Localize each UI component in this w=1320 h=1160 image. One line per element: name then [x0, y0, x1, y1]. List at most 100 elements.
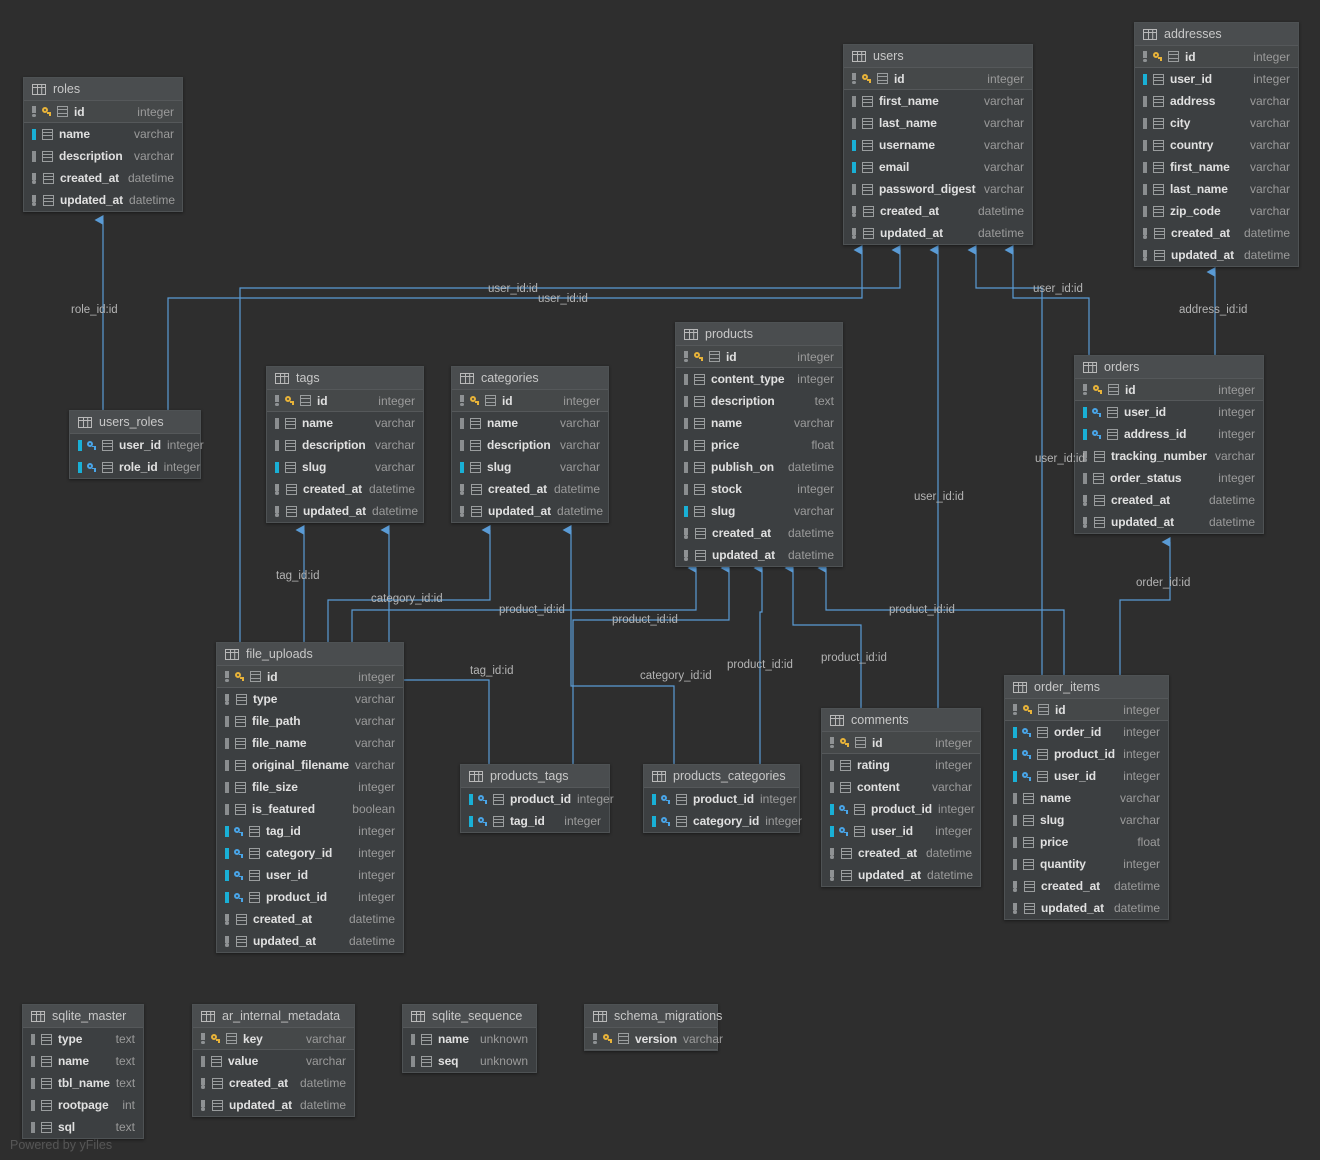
column-row[interactable]: category_id integer — [217, 842, 403, 864]
column-row[interactable]: order_id integer — [1005, 721, 1168, 743]
table-header-orders[interactable]: orders — [1075, 356, 1263, 379]
column-row[interactable]: name unknown — [403, 1028, 536, 1050]
column-row[interactable]: last_name varchar — [844, 112, 1032, 134]
column-row[interactable]: file_size integer — [217, 776, 403, 798]
table-header-sqlite_sequence[interactable]: sqlite_sequence — [403, 1005, 536, 1028]
column-row[interactable]: name varchar — [24, 123, 182, 145]
column-row[interactable]: user_id integer — [1135, 68, 1298, 90]
column-row[interactable]: original_filename varchar — [217, 754, 403, 776]
column-row[interactable]: first_name varchar — [1135, 156, 1298, 178]
column-row[interactable]: seq unknown — [403, 1050, 536, 1072]
table-schema_migrations[interactable]: schema_migrations version varchar — [584, 1004, 723, 1051]
column-row[interactable]: updated_at datetime — [24, 189, 182, 211]
column-row[interactable]: updated_at datetime — [844, 222, 1032, 244]
column-row[interactable]: created_at datetime — [267, 478, 423, 500]
column-row[interactable]: type varchar — [217, 688, 403, 710]
column-row[interactable]: file_name varchar — [217, 732, 403, 754]
column-row[interactable]: city varchar — [1135, 112, 1298, 134]
table-addresses[interactable]: addresses id integer user_id integer address v… — [1134, 22, 1299, 267]
column-row[interactable]: description varchar — [24, 145, 182, 167]
column-row[interactable]: password_digest varchar — [844, 178, 1032, 200]
column-row[interactable]: product_id integer — [822, 798, 980, 820]
column-row[interactable]: updated_at datetime — [822, 864, 980, 886]
column-row[interactable]: id integer — [1075, 379, 1263, 401]
table-sqlite_master[interactable]: sqlite_master type text name text tbl_name tex… — [22, 1004, 144, 1139]
column-row[interactable]: address varchar — [1135, 90, 1298, 112]
column-row[interactable]: user_id integer — [70, 434, 204, 456]
table-products_categories[interactable]: products_categories product_id integer cate… — [643, 764, 802, 833]
column-row[interactable]: slug varchar — [676, 500, 842, 522]
table-header-users[interactable]: users — [844, 45, 1032, 68]
column-row[interactable]: created_at datetime — [1135, 222, 1298, 244]
column-row[interactable]: value varchar — [193, 1050, 354, 1072]
table-file_uploads[interactable]: file_uploads id integer type varchar file_pat… — [216, 642, 404, 953]
column-row[interactable]: created_at datetime — [24, 167, 182, 189]
column-row[interactable]: price float — [1005, 831, 1168, 853]
column-row[interactable]: id integer — [844, 68, 1032, 90]
column-row[interactable]: price float — [676, 434, 842, 456]
column-row[interactable]: user_id integer — [1075, 401, 1263, 423]
column-row[interactable]: role_id integer — [70, 456, 200, 478]
column-row[interactable]: created_at datetime — [676, 522, 842, 544]
column-row[interactable]: zip_code varchar — [1135, 200, 1298, 222]
table-order_items[interactable]: order_items id integer order_id integer produ… — [1004, 675, 1169, 920]
column-row[interactable]: key varchar — [193, 1028, 354, 1050]
column-row[interactable]: updated_at datetime — [676, 544, 842, 566]
table-sqlite_sequence[interactable]: sqlite_sequence name unknown seq unknown — [402, 1004, 537, 1073]
table-header-products[interactable]: products — [676, 323, 842, 346]
column-row[interactable]: rootpage int — [23, 1094, 143, 1116]
table-header-comments[interactable]: comments — [822, 709, 980, 732]
table-header-categories[interactable]: categories — [452, 367, 608, 390]
table-users_roles[interactable]: users_roles user_id integer role_id integer — [69, 410, 204, 479]
column-row[interactable]: type text — [23, 1028, 143, 1050]
column-row[interactable]: is_featured boolean — [217, 798, 403, 820]
table-roles[interactable]: roles id integer name varchar description varc… — [23, 77, 183, 212]
table-users[interactable]: users id integer first_name varchar last_name… — [843, 44, 1033, 245]
column-row[interactable]: product_id integer — [644, 788, 799, 810]
table-tags[interactable]: tags id integer name varchar description varch… — [266, 366, 424, 523]
column-row[interactable]: updated_at datetime — [267, 500, 423, 522]
table-categories[interactable]: categories id integer name varchar descriptio… — [451, 366, 609, 523]
column-row[interactable]: created_at datetime — [452, 478, 608, 500]
column-row[interactable]: created_at datetime — [193, 1072, 354, 1094]
table-comments[interactable]: comments id integer rating integer content var… — [821, 708, 981, 887]
column-row[interactable]: id integer — [452, 390, 608, 412]
column-row[interactable]: slug varchar — [452, 456, 608, 478]
column-row[interactable]: id integer — [217, 666, 403, 688]
column-row[interactable]: quantity integer — [1005, 853, 1168, 875]
column-row[interactable]: created_at datetime — [217, 908, 403, 930]
column-row[interactable]: email varchar — [844, 156, 1032, 178]
column-row[interactable]: slug varchar — [267, 456, 423, 478]
table-header-products_tags[interactable]: products_tags — [461, 765, 609, 788]
table-header-users_roles[interactable]: users_roles — [70, 411, 200, 434]
column-row[interactable]: name varchar — [1005, 787, 1168, 809]
column-row[interactable]: updated_at datetime — [452, 500, 608, 522]
table-header-sqlite_master[interactable]: sqlite_master — [23, 1005, 143, 1028]
column-row[interactable]: last_name varchar — [1135, 178, 1298, 200]
table-orders[interactable]: orders id integer user_id integer address_id i… — [1074, 355, 1264, 534]
column-row[interactable]: id integer — [24, 101, 182, 123]
column-row[interactable]: product_id integer — [217, 886, 403, 908]
column-row[interactable]: created_at datetime — [1075, 489, 1263, 511]
column-row[interactable]: first_name varchar — [844, 90, 1032, 112]
column-row[interactable]: file_path varchar — [217, 710, 403, 732]
column-row[interactable]: product_id integer — [461, 788, 614, 810]
table-header-order_items[interactable]: order_items — [1005, 676, 1168, 699]
table-header-schema_migrations[interactable]: schema_migrations — [585, 1005, 722, 1028]
column-row[interactable]: sql text — [23, 1116, 143, 1138]
column-row[interactable]: publish_on datetime — [676, 456, 842, 478]
column-row[interactable]: description varchar — [452, 434, 608, 456]
table-header-addresses[interactable]: addresses — [1135, 23, 1298, 46]
column-row[interactable]: order_status integer — [1075, 467, 1263, 489]
column-row[interactable]: tag_id integer — [461, 810, 609, 832]
column-row[interactable]: version varchar — [585, 1028, 723, 1050]
column-row[interactable]: id integer — [822, 732, 980, 754]
table-header-tags[interactable]: tags — [267, 367, 423, 390]
column-row[interactable]: name varchar — [452, 412, 608, 434]
table-header-ar_internal_metadata[interactable]: ar_internal_metadata — [193, 1005, 354, 1028]
column-row[interactable]: name text — [23, 1050, 143, 1072]
column-row[interactable]: product_id integer — [1005, 743, 1168, 765]
column-row[interactable]: id integer — [267, 390, 423, 412]
column-row[interactable]: address_id integer — [1075, 423, 1263, 445]
column-row[interactable]: tbl_name text — [23, 1072, 143, 1094]
